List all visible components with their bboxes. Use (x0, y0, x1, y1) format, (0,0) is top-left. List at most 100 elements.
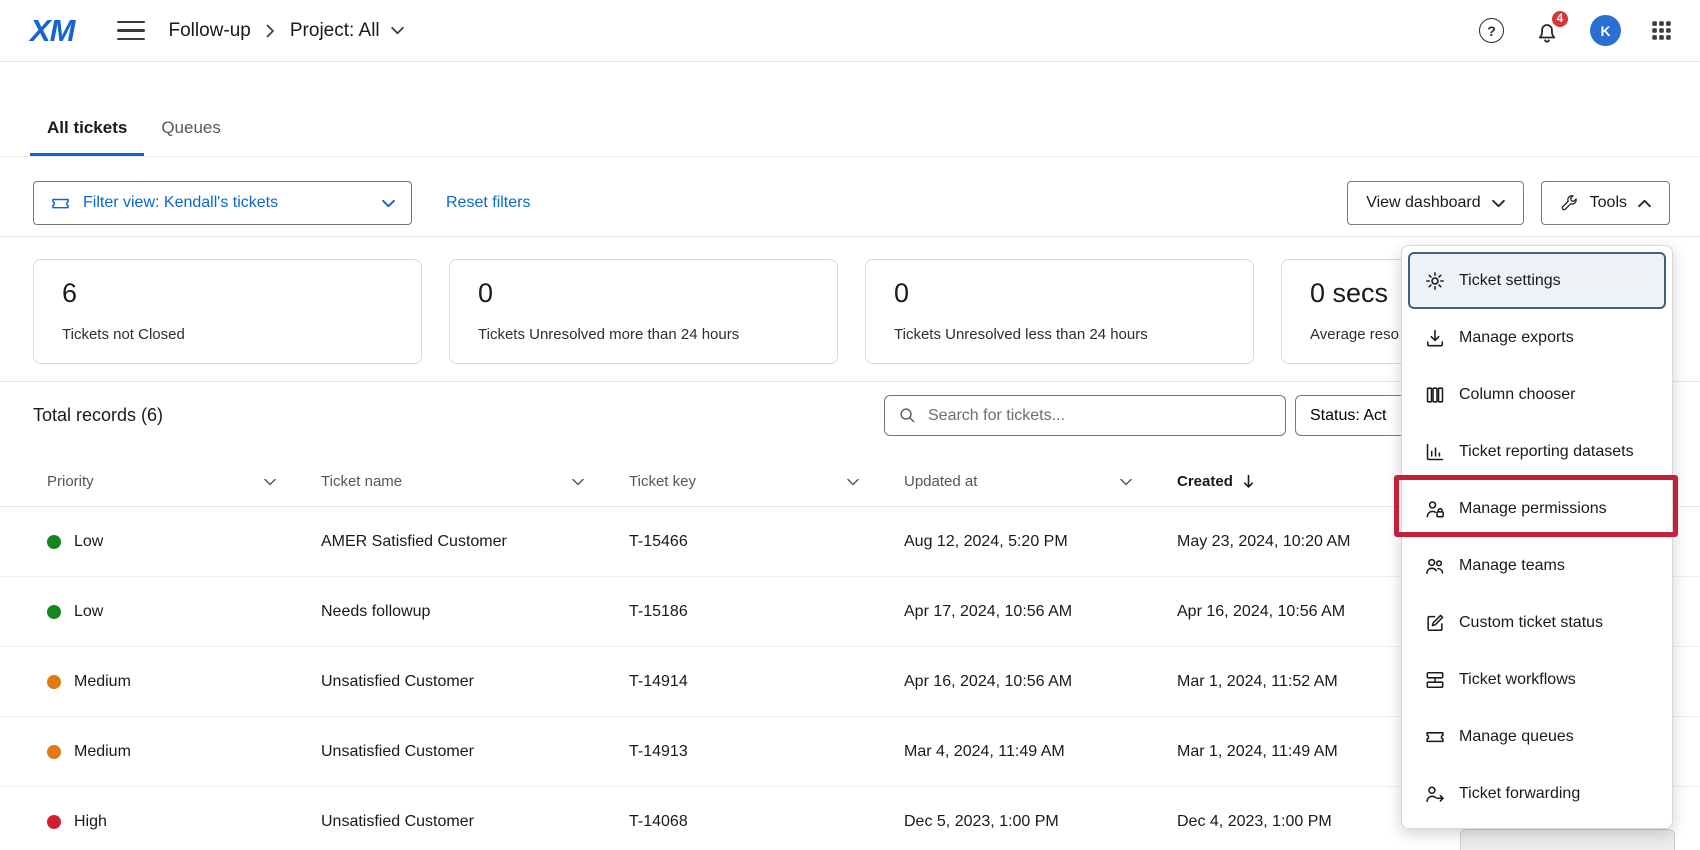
column-label: Ticket key (629, 473, 696, 490)
chevron-down-icon[interactable] (264, 478, 276, 486)
priority-dot (47, 675, 61, 689)
priority-cell: Low (74, 603, 103, 621)
hamburger-menu-icon[interactable] (117, 19, 145, 43)
tools-menu: Ticket settings Manage exports Column ch… (1401, 245, 1673, 829)
wrench-icon (1560, 194, 1579, 213)
filter-view-label: Filter view: Kendall's tickets (83, 194, 382, 212)
xm-logo[interactable]: XM (30, 13, 75, 49)
stat-label: Tickets Unresolved more than 24 hours (478, 326, 809, 343)
ticket-key-cell: T-14914 (629, 673, 904, 691)
ticket-key-cell: T-15186 (629, 603, 904, 621)
stat-label: Tickets Unresolved less than 24 hours (894, 326, 1225, 343)
avatar: K (1590, 15, 1621, 46)
menu-item-label: Column chooser (1459, 386, 1576, 404)
breadcrumb-section[interactable]: Follow-up (169, 20, 251, 42)
reset-filters-link[interactable]: Reset filters (446, 194, 530, 212)
menu-item-manage-permissions[interactable]: Manage permissions (1408, 480, 1666, 537)
search-icon (898, 406, 917, 425)
project-selector[interactable]: Project: All (290, 20, 404, 42)
search-input[interactable] (928, 407, 1272, 425)
sort-descending-icon (1242, 474, 1255, 489)
priority-cell: Low (74, 533, 103, 551)
column-label: Priority (47, 473, 94, 490)
apps-grid-button[interactable] (1651, 20, 1672, 41)
tab-queues[interactable]: Queues (144, 103, 238, 156)
column-header-updated-at[interactable]: Updated at (904, 473, 1177, 490)
workflow-icon (1424, 669, 1446, 691)
apps-grid-icon (1651, 20, 1672, 41)
total-records: Total records (6) (33, 405, 163, 426)
stat-value: 0 (894, 278, 1225, 309)
view-dashboard-button[interactable]: View dashboard (1347, 181, 1523, 225)
menu-item-ticket-settings[interactable]: Ticket settings (1408, 252, 1666, 309)
ticket-name-cell: Unsatisfied Customer (321, 813, 629, 831)
column-header-ticket-name[interactable]: Ticket name (321, 473, 629, 490)
topbar: XM Follow-up Project: All ? 4 K (0, 0, 1700, 62)
column-label: Ticket name (321, 473, 402, 490)
menu-item-label: Ticket settings (1459, 272, 1561, 290)
chevron-down-icon[interactable] (1120, 478, 1132, 486)
menu-item-manage-exports[interactable]: Manage exports (1408, 309, 1666, 366)
people-icon (1424, 555, 1446, 577)
partial-control[interactable] (1460, 829, 1675, 850)
stat-card-unresolved-more-24h[interactable]: 0 Tickets Unresolved more than 24 hours (449, 259, 838, 364)
stat-card-tickets-not-closed[interactable]: 6 Tickets not Closed (33, 259, 422, 364)
chevron-down-icon (382, 199, 395, 208)
tab-all-tickets[interactable]: All tickets (30, 103, 144, 156)
menu-item-ticket-workflows[interactable]: Ticket workflows (1408, 651, 1666, 708)
tools-label: Tools (1590, 194, 1627, 212)
column-header-priority[interactable]: Priority (47, 473, 321, 490)
view-dashboard-label: View dashboard (1366, 194, 1480, 212)
stat-card-unresolved-less-24h[interactable]: 0 Tickets Unresolved less than 24 hours (865, 259, 1254, 364)
menu-item-label: Ticket forwarding (1459, 785, 1580, 803)
person-lock-icon (1424, 498, 1446, 520)
ticket-key-cell: T-14913 (629, 743, 904, 761)
updated-at-cell: Apr 16, 2024, 10:56 AM (904, 673, 1177, 691)
menu-item-label: Manage teams (1459, 557, 1565, 575)
updated-at-cell: Apr 17, 2024, 10:56 AM (904, 603, 1177, 621)
chevron-down-icon (1492, 199, 1505, 208)
priority-dot (47, 535, 61, 549)
gear-icon (1424, 270, 1446, 292)
chevron-up-icon (1638, 199, 1651, 208)
column-label: Updated at (904, 473, 977, 490)
chevron-right-icon (266, 24, 275, 38)
menu-item-custom-ticket-status[interactable]: Custom ticket status (1408, 594, 1666, 651)
edit-icon (1424, 612, 1446, 634)
account-button[interactable]: K (1590, 15, 1621, 46)
ticket-name-cell: Unsatisfied Customer (321, 673, 629, 691)
breadcrumb: Follow-up Project: All (169, 20, 404, 42)
ticket-key-cell: T-15466 (629, 533, 904, 551)
menu-item-label: Custom ticket status (1459, 614, 1603, 632)
filter-bar: Filter view: Kendall's tickets Reset fil… (0, 181, 1700, 225)
menu-item-ticket-reporting-datasets[interactable]: Ticket reporting datasets (1408, 423, 1666, 480)
menu-item-manage-queues[interactable]: Manage queues (1408, 708, 1666, 765)
stat-value: 0 (478, 278, 809, 309)
menu-item-label: Manage permissions (1459, 500, 1607, 518)
priority-dot (47, 745, 61, 759)
ticket-tabs: All tickets Queues (0, 103, 1700, 157)
menu-item-label: Manage exports (1459, 329, 1574, 347)
ticket-key-cell: T-14068 (629, 813, 904, 831)
notification-badge: 4 (1550, 9, 1570, 29)
tools-button[interactable]: Tools (1541, 181, 1670, 225)
search-box (884, 395, 1286, 436)
help-button[interactable]: ? (1479, 18, 1504, 43)
menu-item-label: Ticket workflows (1459, 671, 1576, 689)
ticket-name-cell: Needs followup (321, 603, 629, 621)
menu-item-ticket-forwarding[interactable]: Ticket forwarding (1408, 765, 1666, 822)
updated-at-cell: Mar 4, 2024, 11:49 AM (904, 743, 1177, 761)
menu-item-column-chooser[interactable]: Column chooser (1408, 366, 1666, 423)
priority-cell: High (74, 813, 107, 831)
chevron-down-icon[interactable] (572, 478, 584, 486)
chevron-down-icon[interactable] (847, 478, 859, 486)
filter-view-dropdown[interactable]: Filter view: Kendall's tickets (33, 181, 412, 225)
updated-at-cell: Dec 5, 2023, 1:00 PM (904, 813, 1177, 831)
column-header-ticket-key[interactable]: Ticket key (629, 473, 904, 490)
project-selector-label: Project: All (290, 20, 380, 42)
chevron-down-icon (391, 26, 404, 35)
notifications-button[interactable]: 4 (1534, 18, 1560, 44)
columns-icon (1424, 384, 1446, 406)
help-icon: ? (1479, 18, 1504, 43)
menu-item-manage-teams[interactable]: Manage teams (1408, 537, 1666, 594)
